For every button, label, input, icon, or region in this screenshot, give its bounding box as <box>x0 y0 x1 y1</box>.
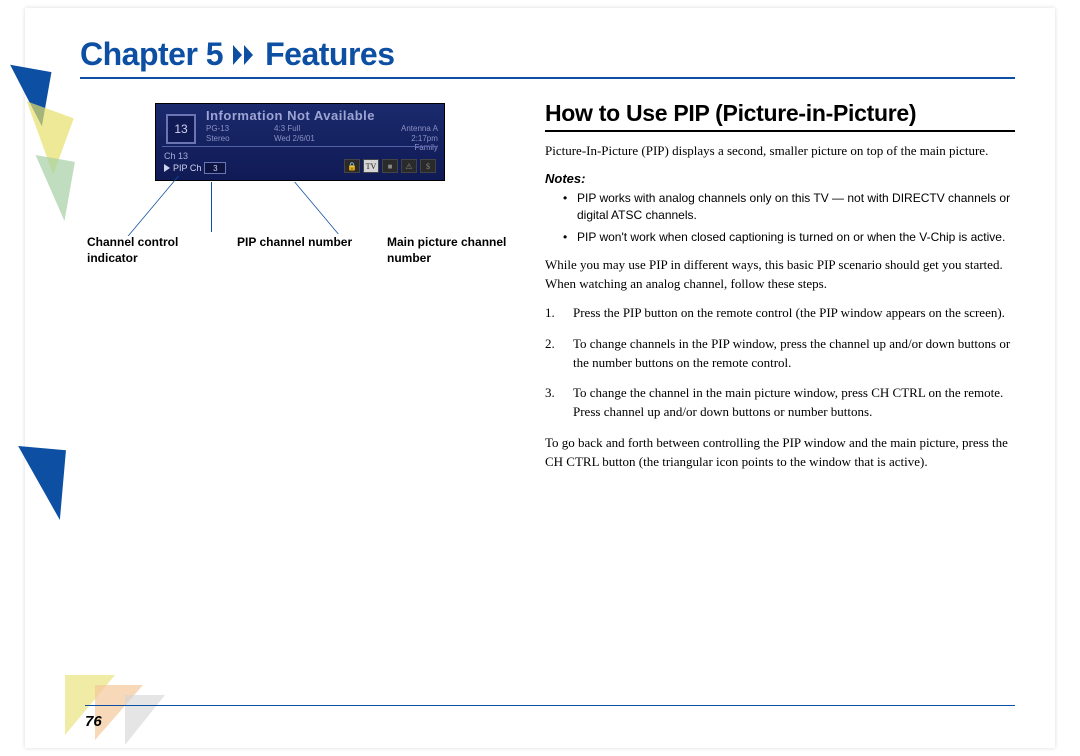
time-text: 2:17pm <box>401 134 438 144</box>
lead-text: While you may use PIP in different ways,… <box>545 256 1015 294</box>
genre-text: Family <box>401 143 438 153</box>
warning-icon: ⚠ <box>401 159 417 173</box>
section-title: How to Use PIP (Picture-in-Picture) <box>545 100 1015 132</box>
tv-icon: TV <box>363 159 379 173</box>
pip-triangle-icon <box>164 164 170 172</box>
pip-figure: 13 Information Not Available PG-13 Stere… <box>155 103 445 181</box>
chapter-number: Chapter 5 <box>80 36 223 73</box>
figure-callouts: Channel control indicator PIP channel nu… <box>87 235 507 266</box>
dollar-icon: $ <box>420 159 436 173</box>
aspect-text: 4:3 Full <box>274 124 315 134</box>
aspect-date: 4:3 Full Wed 2/6/01 <box>274 124 315 143</box>
channel-box: 13 <box>166 114 196 144</box>
tv-info-banner: 13 Information Not Available PG-13 Stere… <box>155 103 445 181</box>
chapter-name: Features <box>265 36 394 73</box>
note-item: PIP works with analog channels only on t… <box>545 190 1015 224</box>
intro-text: Picture-In-Picture (PIP) displays a seco… <box>545 142 1015 161</box>
notes-label: Notes: <box>545 171 1015 186</box>
pip-channel-number: 3 <box>204 162 226 174</box>
main-content: How to Use PIP (Picture-in-Picture) Pict… <box>545 100 1015 482</box>
decor-triangle <box>12 446 66 520</box>
rating-audio: PG-13 Stereo <box>206 124 230 143</box>
callout-main-channel: Main picture channel number <box>387 235 507 266</box>
steps-list: Press the PIP button on the remote contr… <box>545 304 1015 422</box>
lock-icon: 🔒 <box>344 159 360 173</box>
channel-label: Ch 13 <box>164 151 188 161</box>
record-icon: ■ <box>382 159 398 173</box>
chapter-header: Chapter 5 Features <box>80 36 1015 79</box>
info-title: Information Not Available <box>206 108 375 123</box>
decor-triangle <box>125 695 165 745</box>
callout-pip-channel: PIP channel number <box>237 235 357 266</box>
step-item: Press the PIP button on the remote contr… <box>545 304 1015 323</box>
audio-text: Stereo <box>206 134 230 144</box>
rating-text: PG-13 <box>206 124 230 134</box>
page-number: 76 <box>85 713 102 730</box>
footer-rule <box>85 705 1015 706</box>
header-rule <box>80 77 1015 79</box>
note-item: PIP won't work when closed captioning is… <box>545 229 1015 246</box>
manual-page: Chapter 5 Features 13 Information Not Av… <box>25 8 1055 748</box>
callout-line <box>128 176 179 236</box>
antenna-text: Antenna A <box>401 124 438 134</box>
antenna-time: Antenna A 2:17pm Family <box>401 124 438 153</box>
arrow-icon <box>233 45 255 65</box>
callout-channel-control: Channel control indicator <box>87 235 207 266</box>
divider <box>162 146 438 147</box>
callout-line <box>294 182 339 234</box>
icon-strip: 🔒 TV ■ ⚠ $ <box>344 159 436 173</box>
step-item: To change channels in the PIP window, pr… <box>545 335 1015 373</box>
outro-text: To go back and forth between controlling… <box>545 434 1015 472</box>
step-item: To change the channel in the main pictur… <box>545 384 1015 422</box>
pip-label: PIP Ch <box>173 163 201 173</box>
pip-indicator: PIP Ch 3 <box>164 162 226 174</box>
notes-block: Notes: PIP works with analog channels on… <box>545 171 1015 246</box>
callout-line <box>211 182 212 232</box>
date-text: Wed 2/6/01 <box>274 134 315 144</box>
